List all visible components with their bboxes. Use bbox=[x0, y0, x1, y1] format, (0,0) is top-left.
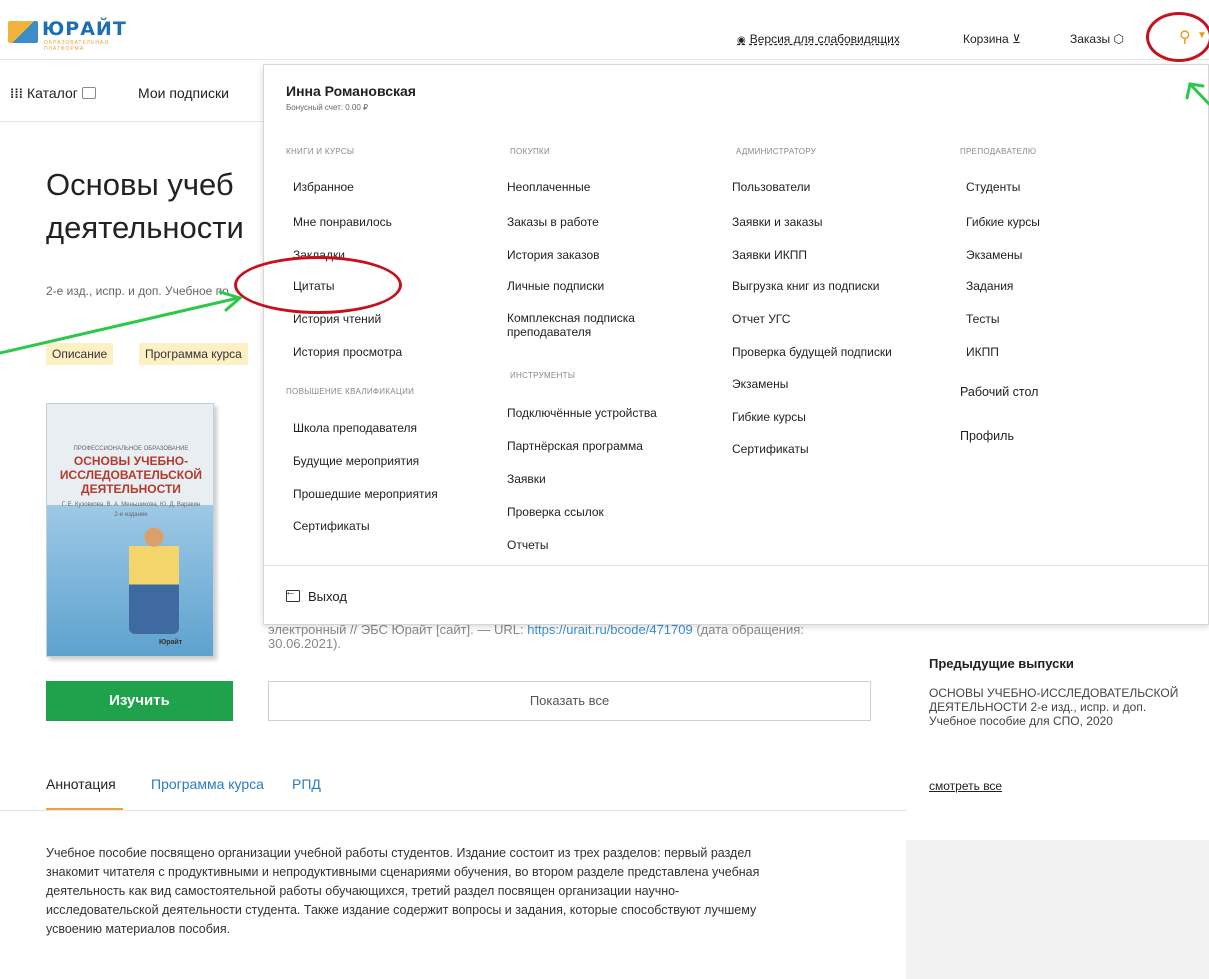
cart-icon: ⊻ bbox=[1012, 32, 1021, 46]
menu-item-export-books[interactable]: Выгрузка книг из подписки bbox=[732, 279, 879, 293]
tab-program[interactable]: Программа курса bbox=[151, 776, 264, 792]
logo-subtitle: ОБРАЗОВАТЕЛЬНАЯ ПЛАТФОРМА bbox=[44, 40, 109, 52]
logout-icon bbox=[285, 586, 300, 602]
nav-subscriptions[interactable]: Мои подписки bbox=[138, 85, 229, 101]
cover-illustration bbox=[129, 524, 179, 634]
catalog-box-icon bbox=[81, 87, 96, 99]
menu-item-favorites[interactable]: Избранное bbox=[293, 180, 354, 194]
tab-annotation[interactable]: Аннотация bbox=[46, 776, 116, 792]
cover-series: ПРОФЕССИОНАЛЬНОЕ ОБРАЗОВАНИЕ bbox=[73, 446, 189, 452]
menu-item-unpaid[interactable]: Неоплаченные bbox=[507, 180, 590, 194]
logo-mark-icon bbox=[8, 21, 38, 43]
menu-item-users[interactable]: Пользователи bbox=[732, 180, 810, 194]
tab-divider bbox=[0, 810, 906, 811]
menu-item-students[interactable]: Студенты bbox=[966, 180, 1020, 194]
cart-link[interactable]: Корзина ⊻ bbox=[963, 32, 1021, 46]
cart-label: Корзина bbox=[963, 32, 1009, 46]
site-logo[interactable]: ЮРАЙТ ОБРАЗОВАТЕЛЬНАЯ ПЛАТФОРМА bbox=[8, 18, 128, 52]
show-all-button[interactable]: Показать все bbox=[268, 681, 871, 721]
menu-heading-tools: Инструменты bbox=[510, 371, 576, 380]
menu-item-certificates[interactable]: Сертификаты bbox=[293, 519, 370, 533]
menu-item-tests[interactable]: Тесты bbox=[966, 312, 999, 326]
previous-editions-heading: Предыдущие выпуски bbox=[929, 656, 1074, 671]
highlight-ellipse-quotes bbox=[234, 256, 402, 314]
menu-footer-divider bbox=[264, 565, 1208, 566]
menu-item-future-events[interactable]: Будущие мероприятия bbox=[293, 454, 419, 468]
menu-item-personal-subscriptions[interactable]: Личные подписки bbox=[507, 279, 604, 293]
menu-heading-admin: Администратору bbox=[736, 147, 817, 156]
menu-item-orders-in-progress[interactable]: Заказы в работе bbox=[507, 215, 599, 229]
page-root: ЮРАЙТ ОБРАЗОВАТЕЛЬНАЯ ПЛАТФОРМА ◉ Версия … bbox=[0, 0, 1209, 979]
box-icon: ⬡ bbox=[1113, 32, 1124, 46]
menu-item-desktop[interactable]: Рабочий стол bbox=[960, 385, 1038, 399]
menu-item-exams[interactable]: Экзамены bbox=[966, 248, 1022, 262]
accessible-version-link[interactable]: ◉ Версия для слабовидящих bbox=[737, 32, 900, 46]
menu-item-requests[interactable]: Заявки bbox=[507, 472, 546, 486]
menu-item-future-subscription-check[interactable]: Проверка будущей подписки bbox=[732, 345, 892, 359]
menu-heading-purchases: Покупки bbox=[510, 147, 551, 156]
menu-item-link-check[interactable]: Проверка ссылок bbox=[507, 505, 604, 519]
menu-item-ikpp-requests[interactable]: Заявки ИКПП bbox=[732, 248, 807, 262]
nav-catalog-label: Каталог bbox=[27, 85, 78, 101]
study-button[interactable]: Изучить bbox=[46, 681, 233, 721]
cover-edition: 2-е издание bbox=[114, 512, 148, 518]
menu-item-flexible-courses[interactable]: Гибкие курсы bbox=[966, 215, 1040, 229]
bonus-balance: Бонусный счет: 0.00 ₽ bbox=[286, 103, 369, 112]
tag-program[interactable]: Программа курса bbox=[139, 343, 248, 365]
menu-item-partner-program[interactable]: Партнёрская программа bbox=[507, 439, 643, 453]
menu-item-view-history[interactable]: История просмотра bbox=[293, 345, 402, 359]
menu-item-ugs-report[interactable]: Отчет УГС bbox=[732, 312, 790, 326]
menu-item-admin-exams[interactable]: Экзамены bbox=[732, 377, 788, 391]
menu-item-tasks[interactable]: Задания bbox=[966, 279, 1013, 293]
menu-item-connected-devices[interactable]: Подключённые устройства bbox=[507, 406, 657, 420]
citation: электронный // ЭБС Юрайт [сайт]. — URL: … bbox=[268, 623, 868, 651]
title-line-1: Основы учеб bbox=[46, 167, 234, 202]
book-cover[interactable]: ПРОФЕССИОНАЛЬНОЕ ОБРАЗОВАНИЕ ОСНОВЫ УЧЕБ… bbox=[46, 403, 214, 657]
user-name: Инна Романовская bbox=[286, 83, 416, 99]
eye-icon: ◉ bbox=[737, 35, 746, 46]
menu-item-admin-flexible-courses[interactable]: Гибкие курсы bbox=[732, 410, 806, 424]
menu-item-ikpp[interactable]: ИКПП bbox=[966, 345, 999, 359]
menu-item-reading-history[interactable]: История чтений bbox=[293, 312, 381, 326]
cover-authors: Г. Е. Кузовкова, В. А. Меньшикова, Ю. Д.… bbox=[61, 502, 201, 508]
previous-edition-item[interactable]: ОСНОВЫ УЧЕБНО-ИССЛЕДОВАТЕЛЬСКОЙ ДЕЯТЕЛЬН… bbox=[929, 686, 1191, 728]
logout-label: Выход bbox=[308, 589, 347, 604]
menu-item-liked[interactable]: Мне понравилось bbox=[293, 215, 392, 229]
menu-heading-books: Книги и курсы bbox=[286, 147, 355, 156]
orders-label: Заказы bbox=[1070, 32, 1111, 46]
user-dropdown-menu: Инна Романовская Бонусный счет: 0.00 ₽ К… bbox=[263, 64, 1209, 625]
menu-item-complex-subscription[interactable]: Комплексная подписка преподавателя bbox=[507, 311, 677, 339]
top-header: ЮРАЙТ ОБРАЗОВАТЕЛЬНАЯ ПЛАТФОРМА ◉ Версия … bbox=[0, 0, 1209, 60]
menu-item-past-events[interactable]: Прошедшие мероприятия bbox=[293, 487, 438, 501]
see-all-link[interactable]: смотреть все bbox=[929, 779, 1002, 793]
menu-item-order-history[interactable]: История заказов bbox=[507, 248, 600, 262]
title-line-2: деятельности bbox=[46, 210, 244, 245]
menu-item-admin-certificates[interactable]: Сертификаты bbox=[732, 442, 809, 456]
annotation-text: Учебное пособие посвящено организации уч… bbox=[46, 846, 760, 936]
page-title: Основы учеб деятельности bbox=[46, 163, 276, 249]
logo-text: ЮРАЙТ bbox=[42, 18, 127, 40]
nav-catalog[interactable]: ⁞⁞⁞ Каталог bbox=[10, 85, 96, 101]
cover-title: ОСНОВЫ УЧЕБНО-ИССЛЕДОВАТЕЛЬСКОЙ ДЕЯТЕЛЬН… bbox=[59, 454, 203, 496]
orders-link[interactable]: Заказы ⬡ bbox=[1070, 32, 1124, 46]
menu-item-teacher-school[interactable]: Школа преподавателя bbox=[293, 421, 417, 435]
menu-heading-teacher: Преподавателю bbox=[960, 147, 1037, 156]
accessible-version-label: Версия для слабовидящих bbox=[749, 32, 900, 46]
tag-description[interactable]: Описание bbox=[46, 343, 114, 365]
logout-button[interactable]: Выход bbox=[285, 586, 347, 604]
highlight-ellipse-user-menu bbox=[1146, 12, 1209, 62]
cover-publisher: Юрайт bbox=[159, 639, 183, 646]
menu-item-profile[interactable]: Профиль bbox=[960, 429, 1014, 443]
menu-item-reports[interactable]: Отчеты bbox=[507, 538, 548, 552]
tab-rpd[interactable]: РПД bbox=[292, 776, 321, 792]
grid-icon: ⁞⁞⁞ bbox=[10, 86, 23, 101]
menu-item-requests-orders[interactable]: Заявки и заказы bbox=[732, 215, 822, 229]
menu-heading-qualification: Повышение квалификации bbox=[286, 387, 415, 396]
